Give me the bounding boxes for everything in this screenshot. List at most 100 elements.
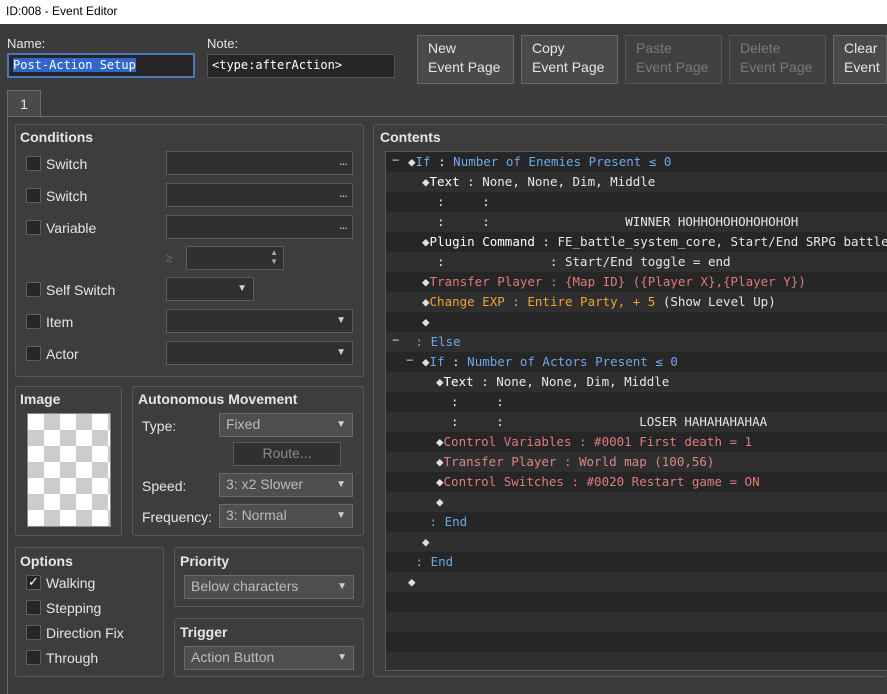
window-title: ID:008 - Event Editor bbox=[6, 4, 118, 18]
trigger-select[interactable]: Action Button ▼ bbox=[184, 646, 354, 670]
conditions-panel: Conditions Switch ... Switch ... Variabl… bbox=[15, 124, 364, 377]
collapse-toggle-icon[interactable]: − bbox=[392, 333, 399, 347]
new-event-page-button[interactable]: New Event Page bbox=[417, 35, 514, 84]
command-token: Control Variables : #0001 First death = … bbox=[443, 434, 753, 449]
command-line[interactable]: : : bbox=[386, 392, 887, 412]
variable-value-spinner[interactable]: ▲ ▼ bbox=[186, 246, 284, 270]
command-diamond-icon: ◆ bbox=[422, 274, 430, 289]
switch1-checkbox[interactable] bbox=[26, 156, 41, 171]
switch1-selector[interactable]: ... bbox=[166, 151, 353, 175]
event-image-preview[interactable] bbox=[27, 413, 111, 527]
command-line[interactable]: : End bbox=[386, 552, 887, 572]
command-line[interactable]: ◆Plugin Command : FE_battle_system_core,… bbox=[386, 232, 887, 252]
command-token: : : Start/End toggle = end bbox=[422, 254, 731, 269]
command-line[interactable]: ◆ bbox=[386, 572, 887, 592]
command-line[interactable]: : : LOSER HAHAHAHAHAA bbox=[386, 412, 887, 432]
command-token: : : bbox=[436, 394, 504, 409]
button-line1: Paste bbox=[636, 40, 672, 56]
priority-title: Priority bbox=[180, 553, 230, 569]
variable-checkbox[interactable] bbox=[26, 220, 41, 235]
note-input[interactable]: <type:afterAction> bbox=[207, 54, 395, 78]
frequency-label: Frequency: bbox=[142, 509, 213, 525]
command-line[interactable]: ◆Text : None, None, Dim, Middle bbox=[386, 372, 887, 392]
command-line[interactable]: ◆Change EXP : Entire Party, + 5 (Show Le… bbox=[386, 292, 887, 312]
ellipsis-icon: ... bbox=[339, 153, 348, 168]
trigger-title: Trigger bbox=[180, 624, 228, 640]
command-line[interactable]: − ◆If : Number of Actors Present ≤ 0 bbox=[386, 352, 887, 372]
contents-title: Contents bbox=[380, 129, 441, 145]
collapse-toggle-icon[interactable]: − bbox=[392, 153, 399, 167]
switch2-checkbox[interactable] bbox=[26, 188, 41, 203]
command-line[interactable]: − : Else bbox=[386, 332, 887, 352]
stepping-label: Stepping bbox=[46, 600, 102, 616]
through-checkbox[interactable] bbox=[26, 650, 41, 665]
command-token: : : bbox=[422, 194, 490, 209]
delete-event-page-button[interactable]: Delete Event Page bbox=[729, 35, 826, 84]
priority-select[interactable]: Below characters ▼ bbox=[184, 575, 354, 599]
walking-checkbox[interactable]: ✓ bbox=[26, 575, 41, 590]
route-button[interactable]: Route... bbox=[233, 442, 341, 466]
command-line[interactable]: : : Start/End toggle = end bbox=[386, 252, 887, 272]
command-token: : : WINNER HOHHOHOHOHOHOHOH bbox=[422, 214, 799, 229]
collapse-toggle-icon[interactable]: − bbox=[406, 353, 413, 367]
switch2-label: Switch bbox=[46, 188, 88, 204]
command-line[interactable]: ◆Transfer Player : World map (100,56) bbox=[386, 452, 887, 472]
empty-row bbox=[386, 652, 887, 670]
button-line2: Event bbox=[844, 59, 880, 75]
stepping-checkbox[interactable] bbox=[26, 600, 41, 615]
priority-value: Below characters bbox=[191, 578, 299, 594]
button-line2: Event Page bbox=[428, 59, 501, 75]
command-line[interactable]: − ◆If : Number of Enemies Present ≤ 0 bbox=[386, 152, 887, 172]
command-line[interactable]: : : WINNER HOHHOHOHOHOHOHOH bbox=[386, 212, 887, 232]
command-diamond-icon: ◆ bbox=[422, 294, 430, 309]
command-token: Transfer Player : {Map ID} ({Player X},{… bbox=[429, 274, 806, 289]
command-line[interactable]: ◆Transfer Player : {Map ID} ({Player X},… bbox=[386, 272, 887, 292]
event-command-list[interactable]: − ◆If : Number of Enemies Present ≤ 0 ◆Tex… bbox=[385, 151, 887, 671]
command-text: ◆Text : None, None, Dim, Middle bbox=[436, 374, 669, 389]
self-switch-select[interactable]: ▼ bbox=[166, 277, 254, 301]
image-panel: Image bbox=[15, 386, 122, 536]
tab-page-1[interactable]: 1 bbox=[7, 90, 41, 117]
walking-label: Walking bbox=[46, 575, 96, 591]
command-token: Text bbox=[429, 174, 460, 189]
chevron-down-icon: ▼ bbox=[336, 479, 346, 490]
command-token: : End bbox=[408, 554, 454, 569]
item-checkbox[interactable] bbox=[26, 314, 41, 329]
command-line[interactable]: ◆Control Variables : #0001 First death =… bbox=[386, 432, 887, 452]
command-diamond-icon: ◆ bbox=[408, 154, 416, 169]
movement-panel: Autonomous Movement Type: Fixed ▼ Route.… bbox=[132, 386, 364, 536]
chevron-down-icon: ▼ bbox=[336, 419, 346, 430]
command-text: : Else bbox=[408, 334, 461, 349]
command-line[interactable]: ◆Text : None, None, Dim, Middle bbox=[386, 172, 887, 192]
direction-fix-checkbox[interactable] bbox=[26, 625, 41, 640]
movement-frequency-select[interactable]: 3: Normal ▼ bbox=[219, 504, 353, 528]
chevron-down-icon: ▼ bbox=[336, 315, 346, 326]
actor-select[interactable]: ▼ bbox=[166, 341, 353, 365]
actor-checkbox[interactable] bbox=[26, 346, 41, 361]
command-line[interactable]: ◆ bbox=[386, 492, 887, 512]
command-line[interactable]: ◆Control Switches : #0020 Restart game =… bbox=[386, 472, 887, 492]
copy-event-page-button[interactable]: Copy Event Page bbox=[521, 35, 618, 84]
command-token: Transfer Player : World map (100,56) bbox=[443, 454, 715, 469]
command-line[interactable]: ◆ bbox=[386, 532, 887, 552]
command-token: Plugin Command bbox=[429, 234, 535, 249]
command-line[interactable]: ◆ bbox=[386, 312, 887, 332]
paste-event-page-button[interactable]: Paste Event Page bbox=[625, 35, 722, 84]
switch2-selector[interactable]: ... bbox=[166, 183, 353, 207]
clear-event-button[interactable]: Clear Event bbox=[833, 35, 887, 84]
actor-label: Actor bbox=[46, 346, 79, 362]
name-label: Name: bbox=[7, 36, 46, 51]
movement-speed-select[interactable]: 3: x2 Slower ▼ bbox=[219, 473, 353, 497]
command-token: If bbox=[415, 154, 431, 169]
spinner-arrows-icon[interactable]: ▲ ▼ bbox=[270, 248, 278, 266]
command-line[interactable]: : : bbox=[386, 192, 887, 212]
button-line2: Event Page bbox=[636, 59, 709, 75]
command-text: ◆Plugin Command : FE_battle_system_core,… bbox=[422, 234, 887, 249]
variable-selector[interactable]: ... bbox=[166, 215, 353, 239]
command-line[interactable]: : End bbox=[386, 512, 887, 532]
name-input[interactable]: Post-Action Setup bbox=[7, 53, 195, 78]
item-select[interactable]: ▼ bbox=[166, 309, 353, 333]
command-diamond-icon: ◆ bbox=[422, 174, 430, 189]
movement-type-select[interactable]: Fixed ▼ bbox=[219, 413, 353, 437]
self-switch-checkbox[interactable] bbox=[26, 282, 41, 297]
